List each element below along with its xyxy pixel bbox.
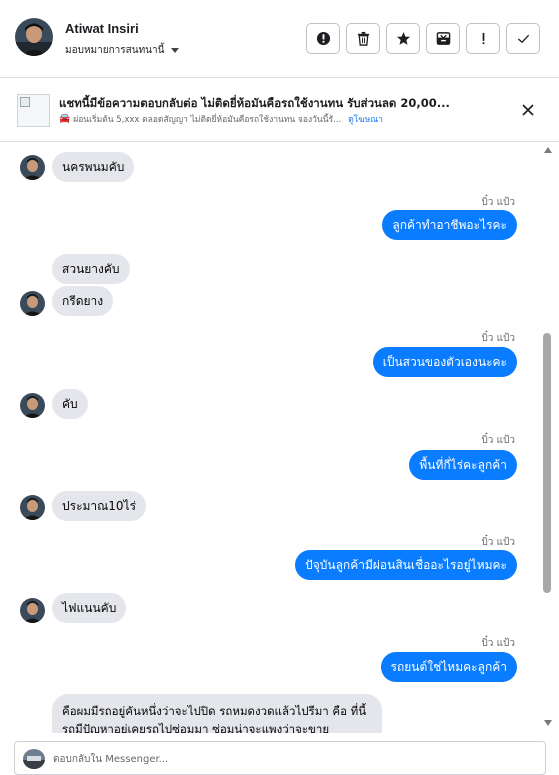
avatar[interactable]	[20, 155, 45, 180]
message-thread[interactable]: นครพนมคับ บิ๋ว แป้ว ลูกค้าทำอาชีพอะไรคะ …	[0, 143, 541, 733]
delete-button[interactable]	[346, 23, 380, 54]
incoming-message[interactable]: คับ	[52, 389, 88, 419]
avatar[interactable]	[20, 495, 45, 520]
sender-name: บิ๋ว แป้ว	[481, 435, 515, 446]
avatar[interactable]	[20, 598, 45, 623]
reply-composer	[14, 741, 546, 775]
sender-name: บิ๋ว แป้ว	[481, 537, 515, 548]
car-icon: 🚘	[59, 114, 71, 124]
view-ad-link[interactable]: ดูโฆษณา	[348, 112, 383, 126]
page-avatar	[23, 749, 45, 769]
outgoing-message[interactable]: ลูกค้าทำอาชีพอะไรคะ	[382, 210, 517, 240]
contact-name[interactable]: Atiwat Insiri	[65, 21, 139, 36]
avatar[interactable]	[20, 393, 45, 418]
conversation-header: Atiwat Insiri มอบหมายการสนทนานี้	[0, 0, 559, 78]
thread-scrollbar[interactable]	[541, 143, 555, 733]
sender-name: บิ๋ว แป้ว	[481, 197, 515, 208]
exclamation-icon	[482, 32, 484, 45]
sender-name: บิ๋ว แป้ว	[481, 333, 515, 344]
star-icon	[396, 31, 410, 45]
trash-icon	[357, 31, 369, 46]
avatar[interactable]	[20, 291, 45, 316]
mark-spam-button[interactable]	[306, 23, 340, 54]
close-ad-button[interactable]	[517, 99, 539, 121]
scrollbar-thumb[interactable]	[543, 333, 551, 593]
ad-subtitle: ผ่อนเริ่มต้น 5,xxx ตลอดสัญญา ไม่ติดยี่ห้…	[73, 115, 342, 125]
outgoing-message[interactable]: พื้นที่กี่ไร่คะลูกค้า	[409, 450, 517, 480]
ad-subtitle-row: 🚘 ผ่อนเริ่มต้น 5,xxx ตลอดสัญญา ไม่ติดยี่…	[59, 112, 383, 126]
ad-title: แชทนี้มีข้อความตอบกลับต่อ ไม่ติดยี่ห้อมั…	[59, 96, 450, 110]
conversation-actions	[306, 23, 540, 54]
caret-down-icon	[171, 48, 180, 53]
assign-label: มอบหมายการสนทนานี้	[65, 45, 165, 56]
incoming-message[interactable]: สวนยางคับ	[52, 254, 130, 284]
check-icon	[517, 34, 529, 44]
star-button[interactable]	[386, 23, 420, 54]
outgoing-message[interactable]: ปัจุบันลูกค้ามีผ่อนสินเชื่ออะไรอยู่ไหมคะ	[295, 550, 517, 580]
scroll-down-arrow-icon[interactable]	[544, 720, 552, 726]
archive-icon	[436, 32, 450, 45]
incoming-message[interactable]: คือผมมีรถอยู่คันหนึ่งว่าจะไปปิด รถหมดงวด…	[52, 694, 382, 733]
incoming-message[interactable]: ไฟแนนคับ	[52, 593, 127, 623]
reply-input[interactable]	[53, 750, 533, 768]
alert-circle-icon	[316, 31, 330, 46]
archive-button[interactable]	[426, 23, 460, 54]
scroll-up-arrow-icon[interactable]	[544, 147, 552, 153]
outgoing-message[interactable]: รถยนต์ใช่ไหมคะลูกค้า	[380, 652, 517, 682]
assign-conversation-dropdown[interactable]: มอบหมายการสนทนานี้	[65, 43, 180, 58]
incoming-message[interactable]: นครพนมคับ	[52, 152, 135, 182]
ad-context-banner: แชทนี้มีข้อความตอบกลับต่อ ไม่ติดยี่ห้อมั…	[0, 79, 559, 142]
avatar[interactable]	[15, 18, 53, 56]
done-button[interactable]	[506, 23, 540, 54]
close-icon	[522, 104, 534, 116]
incoming-message[interactable]: กรีดยาง	[52, 286, 114, 316]
ad-thumbnail[interactable]	[17, 94, 50, 127]
follow-up-button[interactable]	[466, 23, 500, 54]
sender-name: บิ๋ว แป้ว	[481, 638, 515, 649]
incoming-message[interactable]: ประมาณ10ไร่	[52, 491, 147, 521]
broken-image-icon	[20, 97, 30, 107]
outgoing-message[interactable]: เป็นสวนของตัวเองนะคะ	[372, 347, 517, 377]
